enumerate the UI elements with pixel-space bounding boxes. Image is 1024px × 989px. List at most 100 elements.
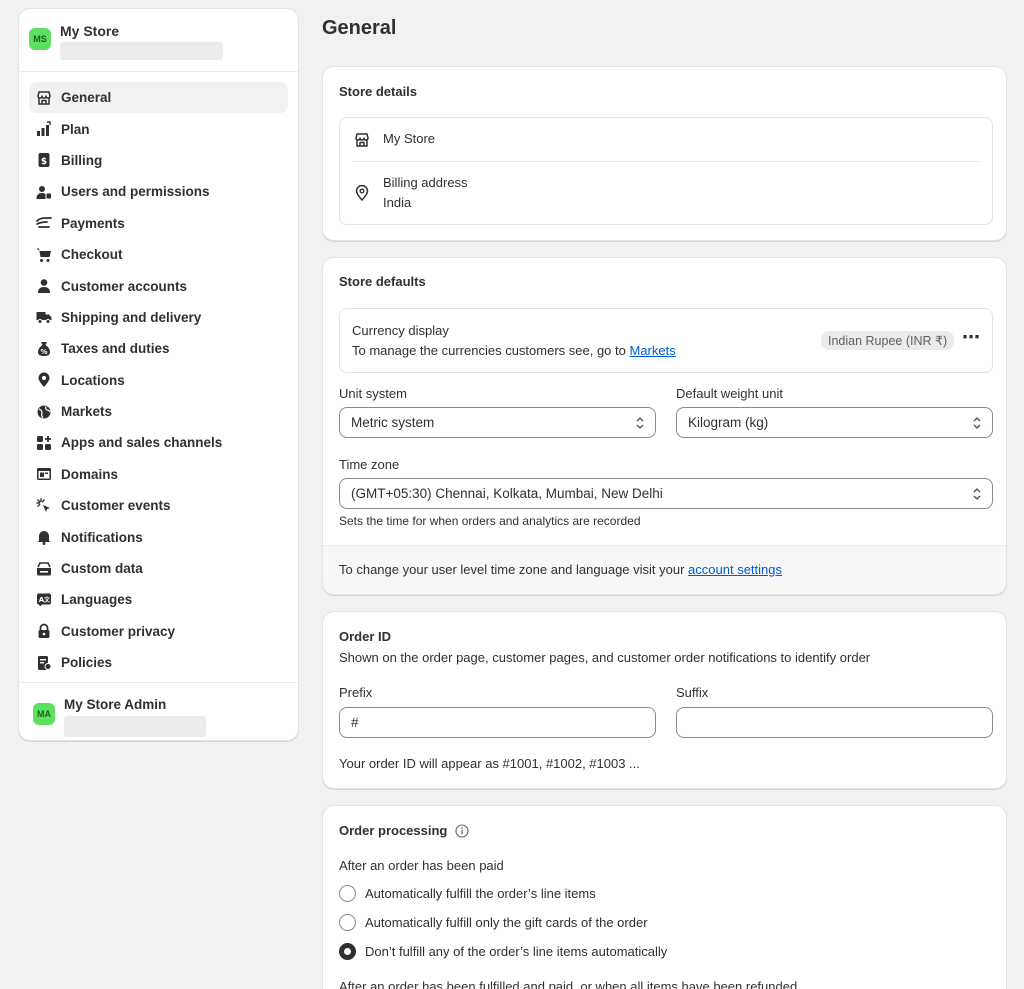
- account-settings-text: To change your user level time zone and …: [339, 562, 782, 577]
- card-title: Store defaults: [339, 274, 426, 289]
- fulfilled-section-label: After an order has been fulfilled and pa…: [339, 979, 798, 989]
- admin-avatar: MA: [33, 703, 55, 725]
- svg-text:$: $: [41, 157, 47, 167]
- sidebar-item-apps[interactable]: Apps and sales channels: [29, 427, 288, 458]
- radio-button-selected[interactable]: [339, 943, 356, 960]
- sidebar-item-label: Markets: [61, 404, 113, 420]
- order-id-description: Shown on the order page, customer pages,…: [339, 650, 871, 665]
- sidebar-item-plan[interactable]: Plan: [29, 113, 288, 144]
- policies-icon: [36, 655, 52, 671]
- select-chevron-icon: [973, 417, 981, 429]
- order-id-card: Order ID Shown on the order page, custom…: [322, 611, 1007, 789]
- sidebar-item-label: Customer privacy: [61, 623, 176, 639]
- svg-text:%: %: [40, 348, 47, 356]
- currency-badge: Indian Rupee (INR ₹): [821, 331, 955, 350]
- card-title: Order ID: [339, 629, 392, 644]
- sidebar-item-label: Policies: [61, 655, 113, 671]
- sidebar-item-label: Users and permissions: [61, 184, 210, 200]
- sidebar-item-payments[interactable]: Payments: [29, 208, 288, 239]
- store-icon: [36, 90, 52, 106]
- account-settings-link[interactable]: account settings: [688, 562, 782, 577]
- sidebar-item-languages[interactable]: A文 Languages: [29, 584, 288, 615]
- radio-button[interactable]: [339, 914, 356, 931]
- bell-icon: [36, 529, 52, 546]
- sidebar-item-general[interactable]: General: [29, 82, 288, 114]
- domains-icon: [36, 466, 52, 482]
- location-icon: [36, 372, 52, 388]
- languages-icon: A文: [36, 592, 52, 608]
- sidebar-item-label: Shipping and delivery: [61, 309, 202, 325]
- sidebar-item-customer-privacy[interactable]: Customer privacy: [29, 616, 288, 647]
- custom-data-icon: [36, 561, 52, 577]
- account-settings-footer: To change your user level time zone and …: [323, 545, 1006, 594]
- card-title: Store details: [339, 84, 418, 99]
- select-chevron-icon: [973, 488, 981, 500]
- sidebar-item-taxes[interactable]: % Taxes and duties: [29, 333, 288, 364]
- sidebar-item-locations[interactable]: Locations: [29, 365, 288, 396]
- admin-account[interactable]: MA My Store Admin: [19, 682, 298, 740]
- store-details-card: Store details My Store Billing address I…: [322, 66, 1007, 241]
- unit-system-select[interactable]: Metric system: [339, 407, 656, 438]
- divider: [352, 161, 980, 162]
- page-title: General: [322, 17, 397, 39]
- card-title: Order processing: [339, 823, 448, 838]
- paid-section-label: After an order has been paid: [339, 858, 504, 873]
- radio-label: Don’t fulfill any of the order’s line it…: [365, 944, 668, 959]
- globe-icon: [36, 404, 52, 420]
- markets-link[interactable]: Markets: [629, 343, 675, 358]
- sidebar-item-label: Plan: [61, 121, 90, 137]
- cursor-click-icon: [36, 498, 52, 514]
- prefix-input[interactable]: #: [339, 707, 656, 738]
- store-icon: [354, 132, 370, 148]
- radio-auto-fulfill-all[interactable]: Automatically fulfill the order’s line i…: [339, 885, 596, 902]
- settings-nav: General Plan $ Billing Users and permiss…: [29, 82, 288, 678]
- currency-help: To manage the currencies customers see, …: [352, 343, 630, 358]
- sidebar-item-users[interactable]: Users and permissions: [29, 176, 288, 207]
- time-zone-value: (GMT+05:30) Chennai, Kolkata, Mumbai, Ne…: [351, 486, 663, 501]
- sidebar-item-checkout[interactable]: Checkout: [29, 239, 288, 270]
- sidebar-item-label: Payments: [61, 215, 125, 231]
- billing-icon: $: [36, 152, 52, 168]
- footer-text: To change your user level time zone and …: [339, 562, 689, 577]
- time-zone-select[interactable]: (GMT+05:30) Chennai, Kolkata, Mumbai, Ne…: [339, 478, 993, 509]
- sidebar-item-notifications[interactable]: Notifications: [29, 521, 288, 552]
- unit-system-value: Metric system: [351, 415, 435, 430]
- billing-address-value: India: [383, 195, 412, 210]
- cart-icon: [36, 247, 52, 263]
- radio-no-auto-fulfill[interactable]: Don’t fulfill any of the order’s line it…: [339, 943, 667, 960]
- radio-auto-fulfill-gift-cards[interactable]: Automatically fulfill only the gift card…: [339, 914, 648, 931]
- info-icon[interactable]: [455, 823, 469, 838]
- users-icon: [36, 184, 52, 200]
- sidebar-item-label: Custom data: [61, 561, 143, 577]
- person-icon: [36, 278, 52, 294]
- settings-sidebar: MS My Store General Plan $ Billing Users…: [18, 8, 299, 741]
- sidebar-item-label: Domains: [61, 466, 119, 482]
- radio-label: Automatically fulfill only the gift card…: [365, 915, 648, 930]
- sidebar-item-label: Languages: [61, 592, 133, 608]
- sidebar-item-markets[interactable]: Markets: [29, 396, 288, 427]
- store-details-box[interactable]: My Store Billing address India: [339, 117, 993, 225]
- more-actions-icon[interactable]: ⋯: [962, 327, 980, 348]
- weight-unit-select[interactable]: Kilogram (kg): [676, 407, 993, 438]
- weight-unit-label: Default weight unit: [676, 386, 783, 401]
- sidebar-item-label: Notifications: [61, 529, 143, 545]
- sidebar-item-customer-events[interactable]: Customer events: [29, 490, 288, 521]
- sidebar-item-label: Billing: [61, 152, 103, 168]
- radio-button[interactable]: [339, 885, 356, 902]
- store-avatar: MS: [29, 28, 51, 50]
- sidebar-item-customer-accounts[interactable]: Customer accounts: [29, 270, 288, 301]
- sidebar-item-domains[interactable]: Domains: [29, 459, 288, 490]
- time-zone-help: Sets the time for when orders and analyt…: [339, 514, 641, 528]
- weight-unit-value: Kilogram (kg): [688, 415, 769, 430]
- currency-display-label: Currency display: [352, 323, 449, 338]
- suffix-input[interactable]: [676, 707, 993, 738]
- order-id-preview: Your order ID will appear as #1001, #100…: [339, 756, 640, 771]
- sidebar-item-billing[interactable]: $ Billing: [29, 145, 288, 176]
- location-pin-icon: [354, 184, 370, 202]
- store-header[interactable]: MS My Store: [19, 9, 298, 72]
- sidebar-item-policies[interactable]: Policies: [29, 647, 288, 678]
- sidebar-item-shipping[interactable]: Shipping and delivery: [29, 302, 288, 333]
- store-name-value: My Store: [383, 131, 436, 146]
- sidebar-item-custom-data[interactable]: Custom data: [29, 553, 288, 584]
- sidebar-item-label: Locations: [61, 372, 125, 388]
